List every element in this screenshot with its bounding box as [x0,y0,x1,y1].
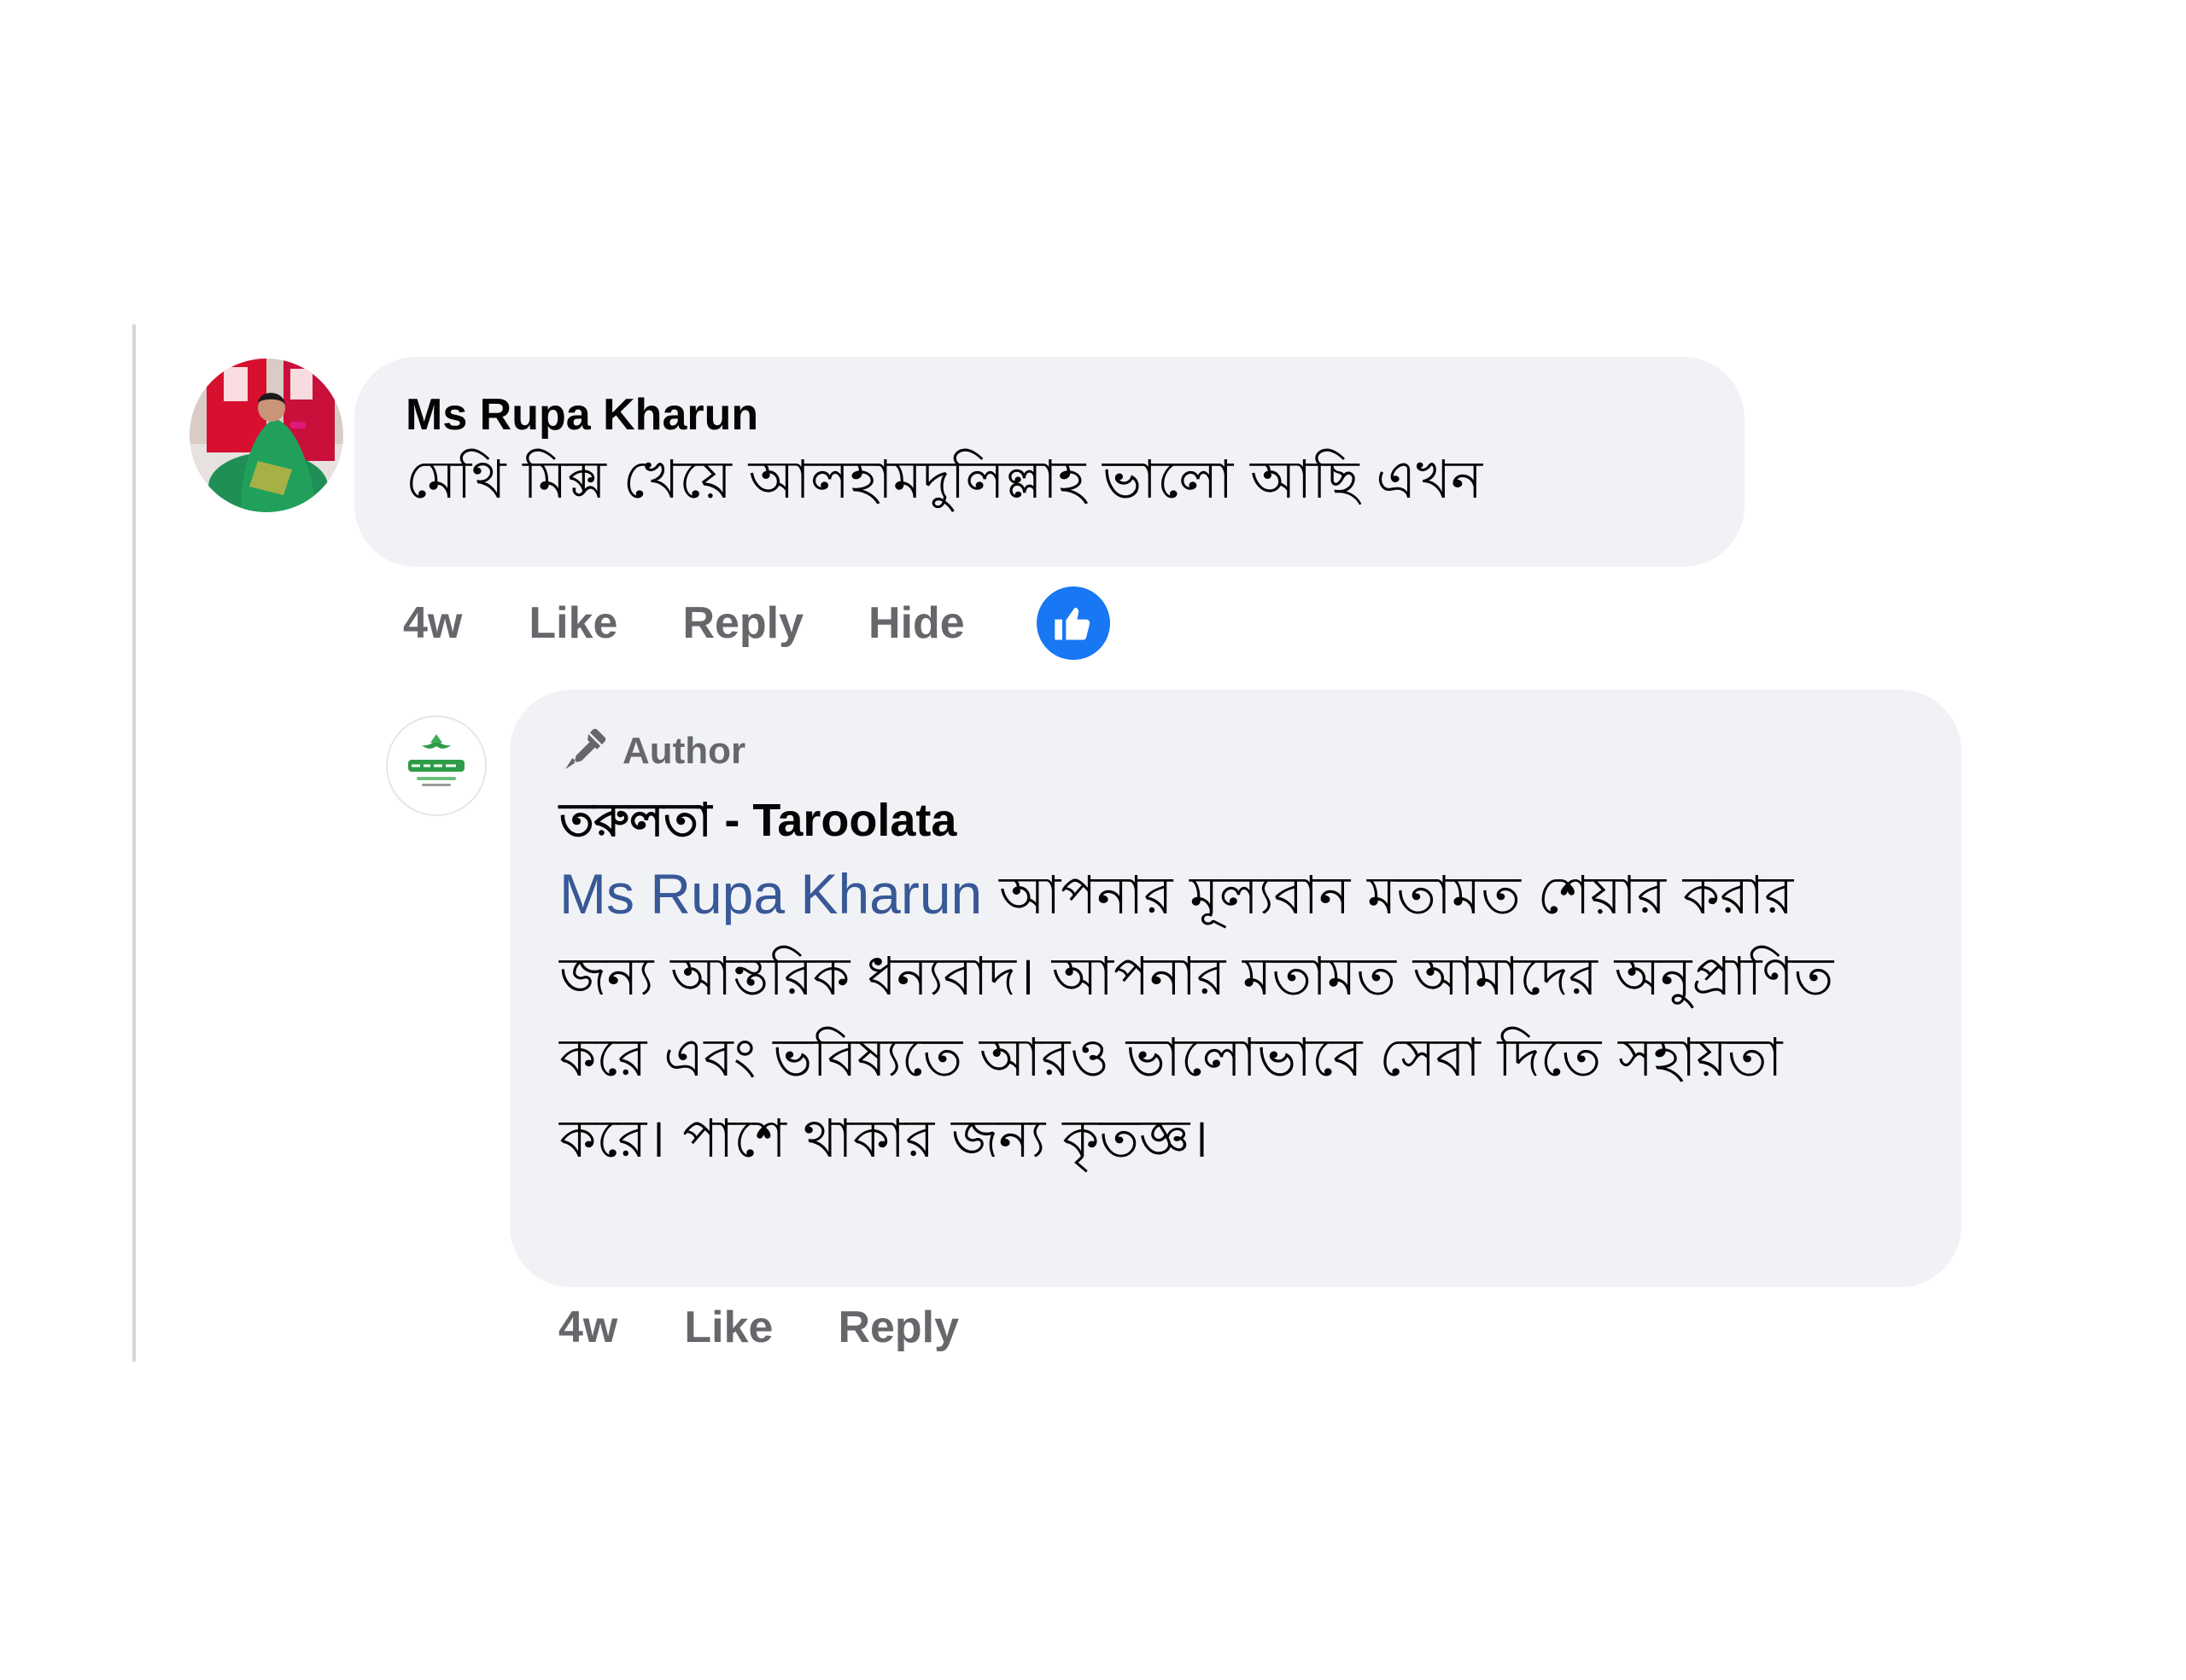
taroolata-logo [388,717,485,814]
page-avatar[interactable] [386,715,487,816]
reply-text: Ms Rupa Kharun আপনার মূল্যবান মতামত শেয়… [559,854,1902,1179]
pen-icon [559,727,607,775]
avatar-image [190,359,343,512]
thread-line [132,324,136,1362]
like-button[interactable]: Like [529,598,617,649]
hide-button[interactable]: Hide [868,598,965,649]
reply-like-button[interactable]: Like [684,1302,773,1353]
reply-reply-button[interactable]: Reply [838,1302,959,1353]
comment-bubble: Ms Rupa Kharun মেথি মিক্স খেয়ে আলহামদুল… [354,357,1745,567]
comment-timestamp[interactable]: 4w [403,598,462,649]
mention-link[interactable]: Ms Rupa Kharun [559,862,982,925]
avatar[interactable] [190,359,343,512]
comment-author[interactable]: Ms Rupa Kharun [406,389,1693,440]
author-badge-label: Author [622,730,746,772]
comment-text: মেথি মিক্স খেয়ে আলহামদুলিল্লাহ ভালো আছি… [406,448,1483,510]
comment-actions: 4w Like Reply Hide [403,586,1110,660]
thumbs-up-icon[interactable] [1036,586,1110,660]
reply-bubble: Author তরুলতা - Taroolata Ms Rupa Kharun… [510,690,1961,1287]
reply-actions: 4w Like Reply [558,1293,959,1362]
reply-timestamp[interactable]: 4w [558,1302,617,1353]
reply-author[interactable]: তরুলতা - Taroolata [559,787,1902,854]
reply-button[interactable]: Reply [682,598,804,649]
author-badge: Author [559,720,1902,782]
